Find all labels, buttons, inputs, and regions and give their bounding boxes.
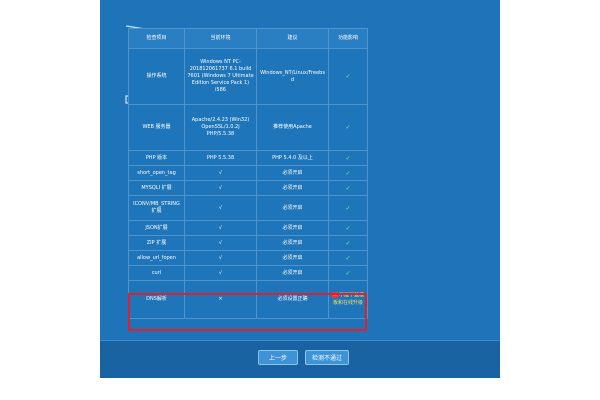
cell-suggest: 必须开启 xyxy=(256,265,329,281)
cell-item: curl xyxy=(128,265,185,281)
cell-item: ZIP 扩展 xyxy=(128,235,185,251)
prev-step-button[interactable]: 上一步 xyxy=(258,350,298,365)
cell-item: 操作系统 xyxy=(128,48,185,105)
cell-suggest: 必须设置正确 xyxy=(256,280,329,319)
column-header-item: 检查项目 xyxy=(128,28,185,49)
column-header-impact: 功能影响 xyxy=(328,28,368,49)
cell-item: ICONV/MB_STRING 扩展 xyxy=(128,195,185,221)
table-row: WEB 服务器 Apache/2.4.23 (Win32) OpenSSL/1.… xyxy=(128,104,368,151)
check-icon: ✓ xyxy=(328,220,368,236)
check-icon: ✓ xyxy=(328,150,368,166)
cell-suggest: 必须开启 xyxy=(256,235,329,251)
cell-item: DNS解析 xyxy=(128,280,185,319)
cell-suggest: 推荐使用Apache xyxy=(256,104,329,151)
table-row: PHP 版本 PHP 5.5.38 PHP 5.4.0 及以上 ✓ xyxy=(128,150,368,166)
cell-current: PHP 5.5.38 xyxy=(184,150,257,166)
check-icon: ✓ xyxy=(328,250,368,266)
cell-current: √ xyxy=(184,195,257,221)
cell-current: √ xyxy=(184,265,257,281)
check-icon: ✓ xyxy=(328,104,368,151)
table-row: curl √ 必须开启 ✓ xyxy=(128,265,368,281)
check-icon: ✓ xyxy=(328,235,368,251)
cell-item: JSON扩展 xyxy=(128,220,185,236)
cell-suggest: 必须开启 xyxy=(256,250,329,266)
cell-current: Windows NT PC-201812061737 6.1 build 760… xyxy=(184,48,257,105)
table-row: JSON扩展 √ 必须开启 ✓ xyxy=(128,220,368,236)
table-row: short_open_tag √ 必须开启 ✓ xyxy=(128,165,368,181)
check-icon: ✓ xyxy=(328,265,368,281)
cell-suggest: 必须开启 xyxy=(256,165,329,181)
cell-current: √ xyxy=(184,165,257,181)
check-icon: ✓ xyxy=(328,180,368,196)
cell-suggest: Windows_NT/Linux/Freebsd xyxy=(256,48,329,105)
cell-item: allow_url_fopen xyxy=(128,250,185,266)
table-row-dns: DNS解析 × 必须设置正确 ✕ 不能下载模板和在线升级 xyxy=(128,280,368,319)
cell-item: WEB 服务器 xyxy=(128,104,185,151)
table-row: MYSQLI 扩展 √ 必须开启 ✓ xyxy=(128,180,368,196)
cell-current: √ xyxy=(184,220,257,236)
cell-suggest: 必须开启 xyxy=(256,180,329,196)
cell-item: short_open_tag xyxy=(128,165,185,181)
cell-item: MYSQLI 扩展 xyxy=(128,180,185,196)
cell-suggest: 必须开启 xyxy=(256,195,329,221)
cell-impact-warning: ✕ 不能下载模板和在线升级 xyxy=(328,280,368,319)
cell-current: √ xyxy=(184,180,257,196)
cell-suggest: PHP 5.4.0 及以上 xyxy=(256,150,329,166)
check-icon: ✓ xyxy=(328,165,368,181)
environment-check-table: 检查项目 当前环境 建议 功能影响 操作系统 Windows NT PC-201… xyxy=(128,28,368,319)
check-failed-button[interactable]: 检测不通过 xyxy=(305,350,349,365)
table-row: ICONV/MB_STRING 扩展 √ 必须开启 ✓ xyxy=(128,195,368,221)
table-row: ZIP 扩展 √ 必须开启 ✓ xyxy=(128,235,368,251)
table-row: allow_url_fopen √ 必须开启 ✓ xyxy=(128,250,368,266)
cell-item: PHP 版本 xyxy=(128,150,185,166)
cell-current: √ xyxy=(184,235,257,251)
cell-current: √ xyxy=(184,250,257,266)
footer-band xyxy=(100,340,500,378)
cell-current: × xyxy=(184,280,257,319)
column-header-current: 当前环境 xyxy=(184,28,257,49)
error-x-icon: ✕ xyxy=(331,292,338,299)
check-icon: ✓ xyxy=(328,48,368,105)
table-row: 操作系统 Windows NT PC-201812061737 6.1 buil… xyxy=(128,48,368,105)
check-icon: ✓ xyxy=(328,195,368,221)
cell-current: Apache/2.4.23 (Win32) OpenSSL/1.0.2j PHP… xyxy=(184,104,257,151)
table-header-row: 检查项目 当前环境 建议 功能影响 xyxy=(128,28,368,49)
cell-suggest: 必须开启 xyxy=(256,220,329,236)
column-header-suggest: 建议 xyxy=(256,28,329,49)
